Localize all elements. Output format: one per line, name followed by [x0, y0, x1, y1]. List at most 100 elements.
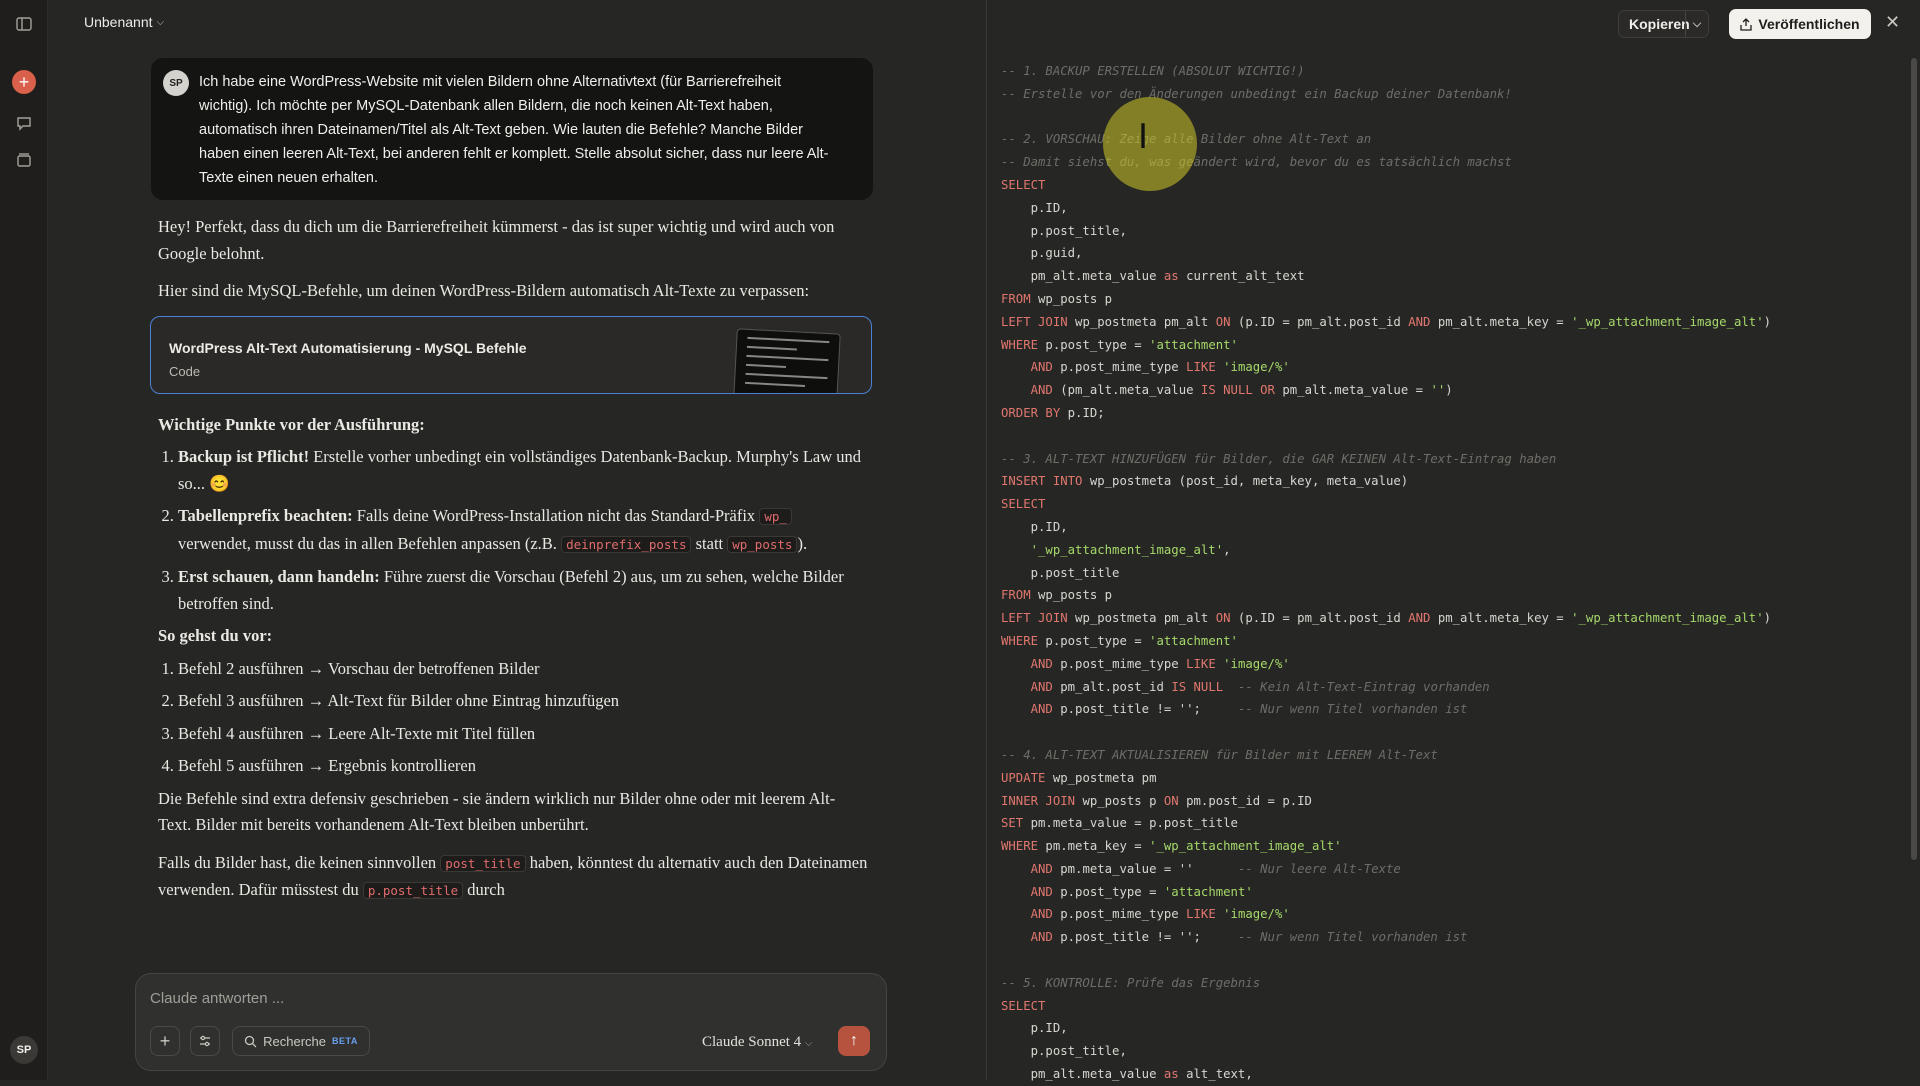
- code-keyword: AND: [1030, 360, 1053, 375]
- model-selector[interactable]: Claude Sonnet 4 ⌵: [702, 1034, 813, 1051]
- code-line: -- 3. ALT-TEXT HINZUFÜGEN für Bilder, di…: [1001, 448, 1891, 471]
- code-keyword: ON: [1163, 793, 1179, 808]
- code-line: p.ID,: [1001, 1017, 1891, 1040]
- inline-code: deinprefix_posts: [561, 535, 692, 553]
- code-keyword: ORDER BY: [1001, 405, 1061, 420]
- inline-code: wp_: [759, 508, 792, 525]
- plus-icon: +: [159, 1030, 171, 1051]
- artifact-toolbar: Kopieren ⌵ Veröffentlichen ✕: [987, 0, 1920, 48]
- code-keyword: IS NULL: [1171, 679, 1224, 694]
- sliders-icon: [200, 1035, 210, 1047]
- search-icon[interactable]: [12, 111, 36, 135]
- list-item: Befehl 5 ausführen → Ergebnis kontrollie…: [178, 753, 868, 780]
- code-keyword: AND: [1030, 656, 1053, 671]
- artifact-title: WordPress Alt-Text Automatisierung - MyS…: [169, 339, 527, 356]
- code-keyword: INSERT INTO: [1001, 474, 1083, 489]
- chevron-down-icon[interactable]: ⌵: [1686, 18, 1708, 31]
- code-comment: -- Nur leere Alt-Texte: [1237, 861, 1401, 876]
- code-keyword: LEFT JOIN: [1001, 314, 1068, 329]
- code-text: wp_postmeta pm: [1045, 770, 1157, 785]
- code-text: p.post_mime_type: [1052, 656, 1187, 671]
- tools-button[interactable]: [190, 1026, 220, 1056]
- point-text: Falls deine WordPress-Installation nicht…: [352, 506, 760, 525]
- artifact-thumbnail: [733, 327, 841, 393]
- share-icon: [1740, 17, 1753, 31]
- code-text: pm.post_id = p.ID: [1178, 793, 1312, 808]
- send-button[interactable]: ↑: [838, 1026, 870, 1056]
- close-icon[interactable]: ✕: [1885, 12, 1900, 33]
- code-string: '_wp_attachment_image_alt': [1571, 314, 1764, 329]
- sidebar-toggle-icon[interactable]: [12, 12, 36, 36]
- artifact-card[interactable]: WordPress Alt-Text Automatisierung - MyS…: [150, 315, 872, 394]
- code-keyword: INNER JOIN: [1001, 793, 1076, 808]
- code-text: pm.meta_value = '': [1052, 861, 1238, 876]
- code-keyword: LEFT JOIN: [1001, 611, 1068, 626]
- composer[interactable]: Claude antworten ... + Recherche BETA Cl…: [135, 973, 887, 1071]
- point-strong: Erst schauen, dann handeln:: [178, 567, 380, 586]
- code-keyword: FROM: [1001, 588, 1031, 603]
- code-text: wp_postmeta pm_alt: [1067, 611, 1216, 626]
- code-keyword: AND: [1408, 611, 1431, 626]
- code-keyword: as: [1163, 269, 1179, 284]
- code-keyword: AND: [1030, 861, 1053, 876]
- publish-button[interactable]: Veröffentlichen: [1729, 9, 1871, 39]
- code-text: pm_alt.meta_key =: [1430, 314, 1572, 329]
- code-string: '': [1430, 383, 1446, 398]
- code-line: AND (pm_alt.meta_value IS NULL OR pm_alt…: [1001, 379, 1891, 402]
- code-block[interactable]: -- 1. BACKUP ERSTELLEN (ABSOLUT WICHTIG!…: [1001, 60, 1891, 1086]
- code-line: -- 5. KONTROLLE: Prüfe das Ergebnis: [1001, 972, 1891, 995]
- code-comment: -- Damit siehst du, was geändert wird, b…: [1001, 155, 1512, 170]
- code-text: p.ID,: [1001, 200, 1068, 215]
- add-attachment-button[interactable]: +: [150, 1026, 180, 1056]
- code-text: wp_posts p: [1075, 793, 1164, 808]
- code-line: WHERE pm.meta_key = '_wp_attachment_imag…: [1001, 835, 1891, 858]
- code-keyword: FROM: [1001, 291, 1031, 306]
- code-scrollbar[interactable]: [1911, 58, 1917, 860]
- code-line: p.post_title,: [1001, 220, 1891, 243]
- code-line: INSERT INTO wp_postmeta (post_id, meta_k…: [1001, 470, 1891, 493]
- code-line: '_wp_attachment_image_alt',: [1001, 539, 1891, 562]
- code-string: 'image/%': [1223, 907, 1290, 922]
- projects-icon[interactable]: [12, 148, 36, 172]
- copy-label: Kopieren: [1629, 16, 1690, 32]
- user-avatar: SP: [163, 70, 189, 96]
- code-line: INNER JOIN wp_posts p ON pm.post_id = p.…: [1001, 790, 1891, 813]
- code-line: ORDER BY p.ID;: [1001, 402, 1891, 425]
- code-text: p.post_title != '';: [1052, 702, 1238, 717]
- code-line: -- 1. BACKUP ERSTELLEN (ABSOLUT WICHTIG!…: [1001, 60, 1891, 83]
- code-text: current_alt_text: [1178, 269, 1305, 284]
- code-line: p.post_title: [1001, 562, 1891, 585]
- code-keyword: IS NULL OR: [1200, 383, 1275, 398]
- code-line: pm_alt.meta_value as current_alt_text: [1001, 265, 1891, 288]
- message-input[interactable]: Claude antworten ...: [150, 990, 284, 1007]
- code-keyword: AND: [1030, 884, 1053, 899]
- code-keyword: WHERE: [1001, 839, 1039, 854]
- code-line: p.guid,: [1001, 242, 1891, 265]
- new-chat-icon[interactable]: +: [12, 70, 36, 94]
- code-keyword: as: [1163, 1067, 1179, 1082]
- assistant-message: Hey! Perfekt, dass du dich um die Barrie…: [150, 214, 872, 916]
- code-line: AND p.post_mime_type LIKE 'image/%': [1001, 653, 1891, 676]
- assistant-paragraph: Hier sind die MySQL-Befehle, um deinen W…: [158, 281, 810, 300]
- avatar[interactable]: SP: [10, 1036, 38, 1064]
- code-text: p.post_title,: [1001, 223, 1127, 238]
- copy-button[interactable]: Kopieren ⌵: [1618, 10, 1709, 38]
- code-string: 'attachment': [1149, 337, 1238, 352]
- code-string: 'image/%': [1223, 656, 1290, 671]
- code-line: AND p.post_title != ''; -- Nur wenn Tite…: [1001, 926, 1891, 949]
- code-text: ): [1763, 611, 1772, 626]
- chat-title-dropdown[interactable]: Unbenannt ⌵: [84, 14, 164, 30]
- code-text: p.ID,: [1001, 1021, 1068, 1036]
- publish-label: Veröffentlichen: [1758, 16, 1860, 32]
- research-button[interactable]: Recherche BETA: [232, 1026, 370, 1056]
- text: durch: [463, 880, 505, 899]
- code-string: 'attachment': [1149, 633, 1238, 648]
- code-keyword: WHERE: [1001, 633, 1039, 648]
- code-keyword: LIKE: [1186, 360, 1216, 375]
- code-text: p.post_type =: [1038, 633, 1150, 648]
